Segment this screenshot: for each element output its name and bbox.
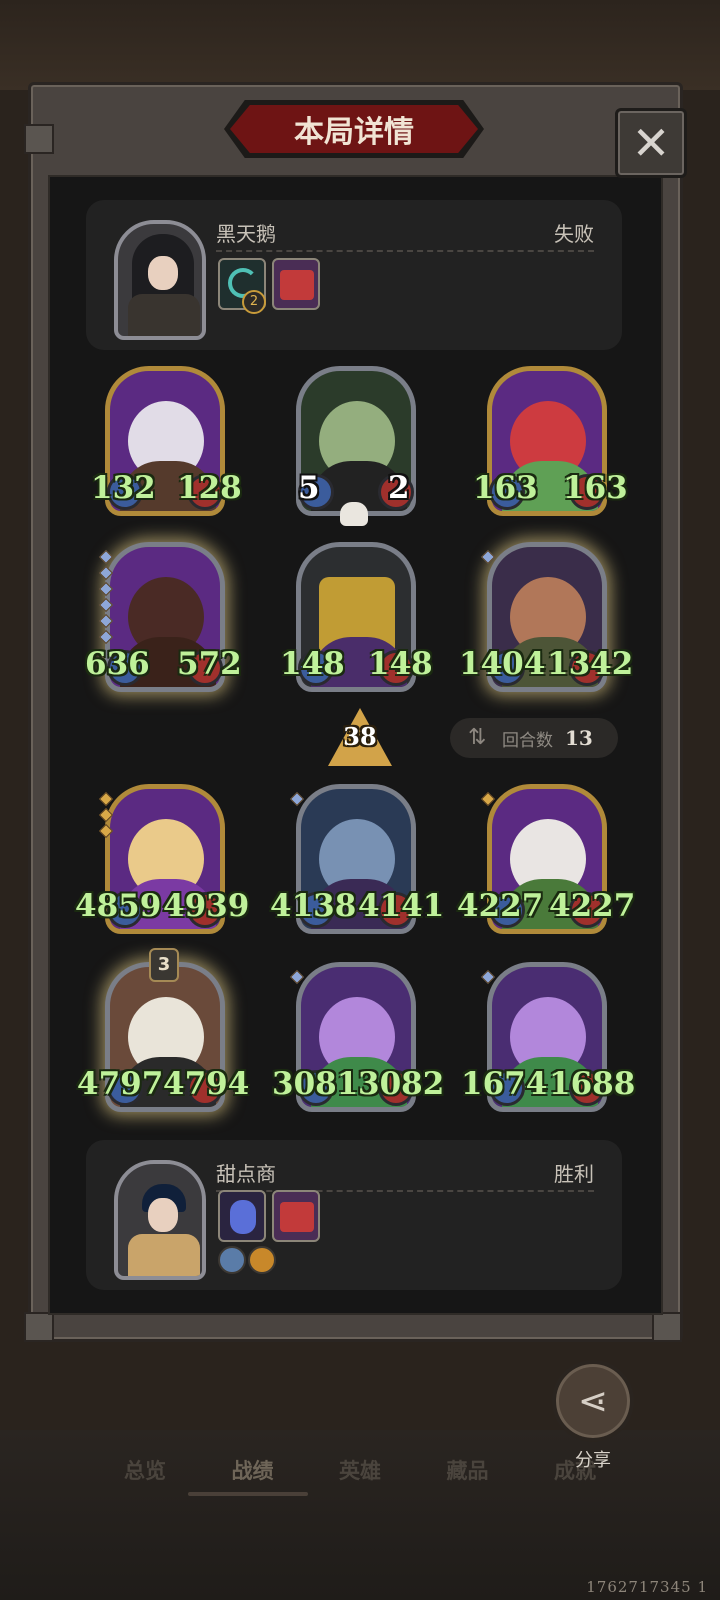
- frame-corner: [24, 124, 54, 154]
- hero-health: 128: [177, 470, 242, 506]
- hero-attack: 132: [91, 470, 156, 506]
- share-icon: ⋖: [577, 1380, 609, 1422]
- match-id: 1762717345 1: [586, 1578, 708, 1596]
- player-avatar[interactable]: [114, 1160, 206, 1280]
- hero-health: 2: [388, 470, 410, 506]
- opponent-result: 失败: [554, 222, 594, 246]
- opponent-hero-5[interactable]: 148 148: [280, 542, 433, 698]
- top-background: [0, 0, 720, 90]
- share-button[interactable]: ⋖: [552, 1360, 634, 1442]
- hero-health: 3082: [358, 1066, 445, 1102]
- item-count-badge: 2: [242, 290, 266, 314]
- opponent-card: 黑天鹅 失败 2: [86, 200, 622, 350]
- sword-buff-icon[interactable]: [218, 1246, 246, 1274]
- player-hero-4[interactable]: 3 4797 4794: [77, 948, 249, 1118]
- hero-level-badge: 3: [149, 948, 179, 982]
- hero-health: 148: [368, 646, 433, 682]
- hero-attack: 3081: [272, 1066, 359, 1102]
- hero-health: 1688: [549, 1066, 636, 1102]
- hero-attack: 4227: [457, 888, 544, 924]
- frame-corner: [24, 1312, 54, 1342]
- rounds-counter: ⇅ 回合数 13: [450, 718, 618, 758]
- opponent-name: 黑天鹅: [216, 222, 276, 246]
- opponent-hero-1[interactable]: 132 128: [91, 366, 242, 522]
- player-hero-5[interactable]: 3081 3082: [272, 962, 444, 1118]
- opponent-hero-6[interactable]: 1404 1342: [459, 542, 633, 698]
- tab-overview[interactable]: 总览: [115, 1455, 175, 1505]
- tab-record[interactable]: 战绩: [223, 1455, 283, 1505]
- hero-attack: 5: [298, 470, 320, 506]
- hero-attack: 148: [280, 646, 345, 682]
- close-button[interactable]: ✕: [615, 108, 687, 178]
- hero-health: 4141: [358, 888, 445, 924]
- opponent-hero-3[interactable]: 163 163: [473, 366, 628, 522]
- hero-health: 163: [563, 470, 628, 506]
- hero-health: 1342: [547, 646, 634, 682]
- rounds-label: 回合数: [502, 730, 553, 751]
- hero-attack: 1404: [459, 646, 546, 682]
- hero-attack: 4859: [75, 888, 162, 924]
- player-name: 甜点商: [216, 1162, 276, 1186]
- share-label: 分享: [575, 1450, 611, 1471]
- rounds-value: 13: [565, 726, 593, 750]
- opponent-hero-4[interactable]: 636 572: [85, 542, 242, 698]
- hero-health: 4227: [549, 888, 636, 924]
- hero-attack: 4797: [77, 1066, 164, 1102]
- player-hero-3[interactable]: 4227 4227: [457, 784, 635, 940]
- player-hero-2[interactable]: 4138 4141: [270, 784, 444, 940]
- player-hero-1[interactable]: 4859 4939: [75, 784, 249, 940]
- power-buff-icon[interactable]: [248, 1246, 276, 1274]
- tab-collection[interactable]: 藏品: [438, 1455, 498, 1505]
- opponent-avatar[interactable]: [114, 220, 206, 340]
- active-tab-indicator: [188, 1492, 308, 1496]
- repeat-icon: ⇅: [468, 725, 487, 750]
- tavern-tier: 38: [343, 722, 377, 751]
- frame-corner: [652, 1312, 682, 1342]
- opponent-card-back-icon[interactable]: [272, 258, 320, 310]
- hero-health: 572: [177, 646, 242, 682]
- hero-attack: 163: [473, 470, 538, 506]
- player-item-icon[interactable]: [218, 1190, 266, 1242]
- opponent-hero-2[interactable]: 5 2: [296, 366, 416, 526]
- player-card-back-icon[interactable]: [272, 1190, 320, 1242]
- player-result: 胜利: [554, 1162, 594, 1186]
- tab-heroes[interactable]: 英雄: [330, 1455, 390, 1505]
- hero-attack: 1674: [461, 1066, 548, 1102]
- dialog-title: 本局详情: [230, 105, 478, 153]
- player-card: 甜点商 胜利: [86, 1140, 622, 1290]
- skull-icon: [340, 502, 368, 526]
- hero-health: 4794: [163, 1066, 250, 1102]
- divider: [216, 250, 594, 252]
- hero-attack: 4138: [270, 888, 357, 924]
- player-hero-6[interactable]: 1674 1688: [461, 962, 635, 1118]
- close-icon: ✕: [631, 116, 671, 170]
- hero-attack: 636: [85, 646, 150, 682]
- hero-health: 4939: [163, 888, 250, 924]
